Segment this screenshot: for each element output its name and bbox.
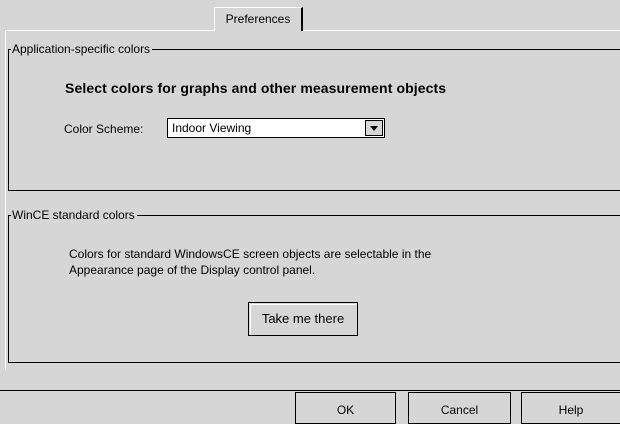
- tab-preferences[interactable]: Preferences: [214, 7, 303, 31]
- help-button[interactable]: Help: [521, 392, 620, 424]
- tab-page-panel: [5, 30, 620, 370]
- dialog-divider: [0, 390, 620, 391]
- preferences-dialog: Preferences Application-specific colors …: [0, 0, 620, 424]
- ok-button[interactable]: OK: [295, 392, 396, 424]
- tab-preferences-label: Preferences: [225, 12, 291, 26]
- cancel-button[interactable]: Cancel: [408, 392, 511, 424]
